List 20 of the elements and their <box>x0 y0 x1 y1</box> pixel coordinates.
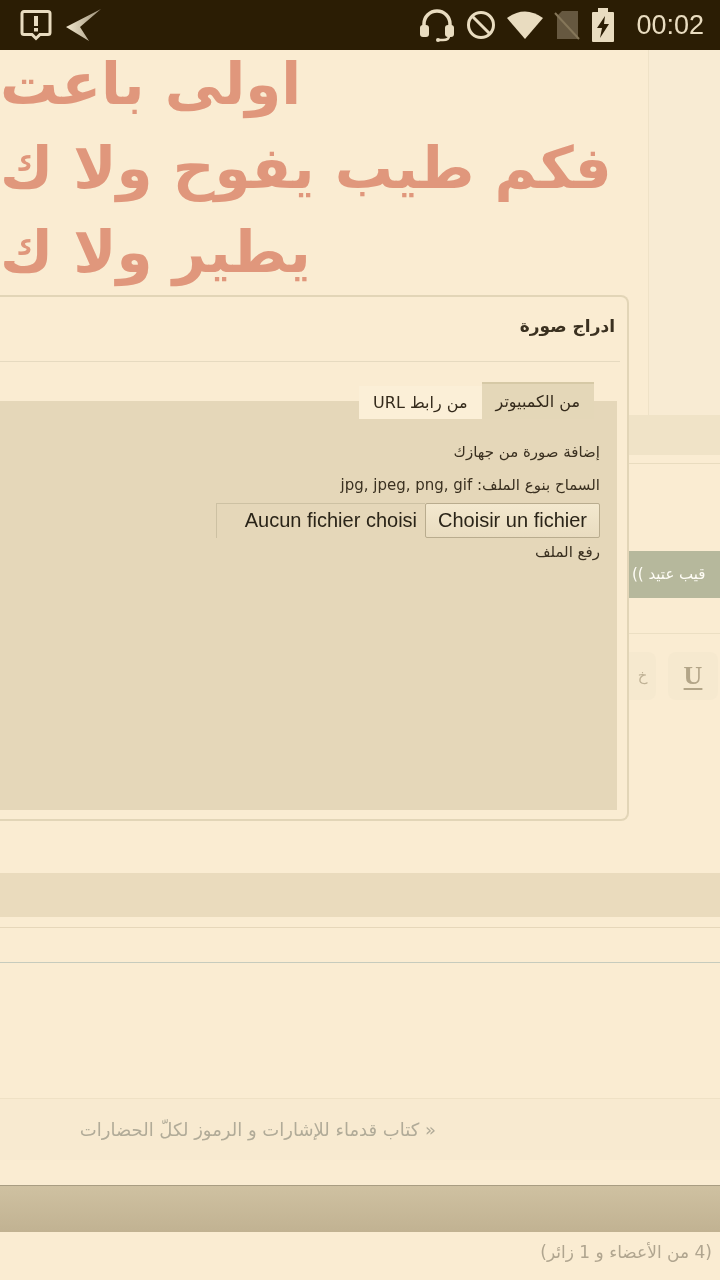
file-status-text: Aucun fichier choisi <box>215 503 426 538</box>
upload-heading: إضافة صورة من جهازك <box>452 442 600 463</box>
clock-time: 00:02 <box>636 9 704 41</box>
blocked-icon <box>466 10 497 40</box>
online-count-text: (4 من الأعضاء و 1 زائر) <box>540 1242 712 1262</box>
wifi-icon <box>507 11 544 39</box>
tab[interactable]: من رابط URL <box>359 386 482 419</box>
no-sim-icon <box>554 10 581 40</box>
headset-icon <box>419 8 456 42</box>
upload-label: رفع الملف <box>533 542 600 563</box>
heading-line: اولى باعت <box>0 49 302 121</box>
arrow-icon <box>66 9 101 41</box>
choose-file-button[interactable]: Choisir un fichier <box>425 503 600 538</box>
alert-icon <box>20 9 52 41</box>
allowed-types-text: السماح بنوع الملف: jpg, jpeg, png, gif <box>339 475 600 496</box>
dialog-title: ادراج صورة <box>519 316 615 336</box>
heading-line: يطير ولا ك <box>0 217 311 289</box>
heading-line: فكم طيب يفوح ولا ك <box>0 133 612 205</box>
topic-title-bar: قيب عتيد )) <box>629 551 720 598</box>
battery-charging-icon <box>591 8 616 42</box>
